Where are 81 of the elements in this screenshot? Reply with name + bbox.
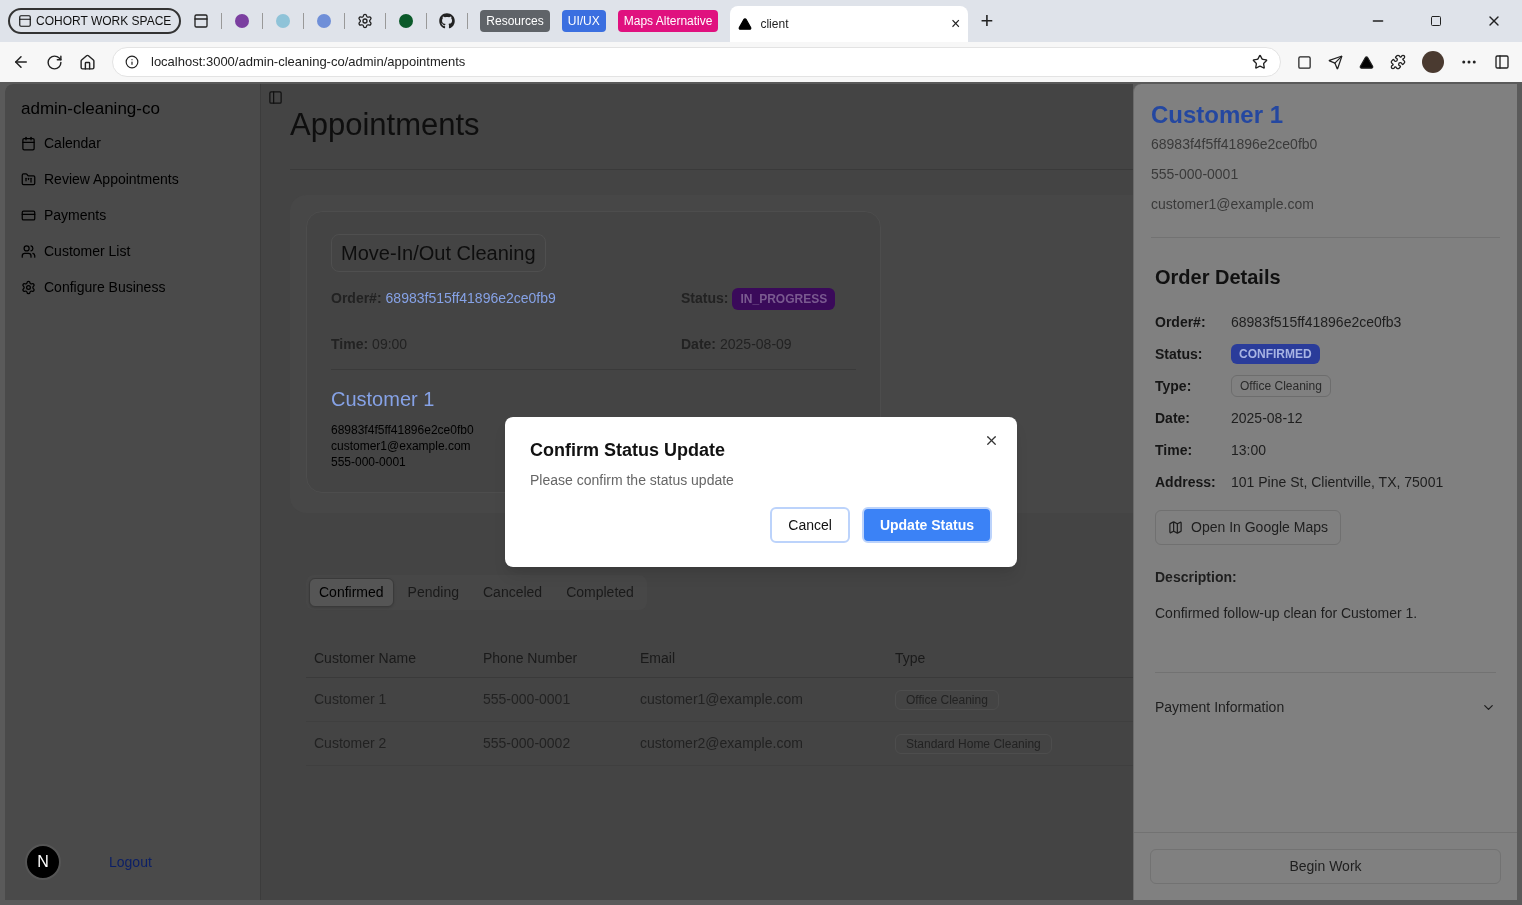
circle-icon [398,13,415,29]
customer-phone: 555-000-0001 [1151,165,1240,184]
tab-title: client [760,16,790,33]
dialog-message: Please confirm the status update [530,471,735,490]
nav-icon [21,208,36,223]
maximize-icon[interactable] [1430,15,1442,27]
sidebar-item[interactable]: Configure Business [5,269,260,306]
section-heading: Order Details [1155,265,1282,290]
nav-icon [21,280,36,295]
star-icon[interactable] [1252,54,1268,70]
field-label: Status: [1155,344,1204,364]
gear-icon[interactable] [357,13,374,29]
send-icon[interactable] [1328,54,1343,70]
profile-avatar[interactable] [1422,51,1444,73]
close-icon [984,433,999,448]
map-icon [1168,520,1183,535]
field-value: 13:00 [1231,440,1267,460]
status-badge: IN_PROGRESS [732,287,836,310]
square-icon[interactable] [1297,54,1312,70]
back-icon[interactable] [12,53,30,71]
field-value: 68983f515ff41896e2ce0fb3 [1231,312,1402,332]
window-tab-icon[interactable] [193,13,210,29]
close-button[interactable] [984,433,999,448]
reload-icon[interactable] [46,53,63,71]
tab-group-chip[interactable]: COHORT WORK SPACE [8,8,182,34]
cancel-button[interactable]: Cancel [770,507,850,543]
customer-name: Customer 1 [1151,100,1285,130]
update-status-button[interactable]: Update Status [861,507,992,543]
triangle-icon[interactable] [1359,54,1374,70]
sidebar-item[interactable]: Payments [5,197,260,234]
field-label: Time: [1155,440,1194,460]
new-tab-button[interactable]: + [980,10,994,32]
close-tab-button[interactable]: × [951,12,961,36]
field-label: Type: [1155,376,1193,396]
extensions-icon[interactable] [1390,54,1406,70]
tab-group-label[interactable]: UI/UX [561,10,606,32]
field-label: Address: [1155,472,1217,492]
nav-icon [21,244,36,259]
home-icon[interactable] [79,53,96,71]
tab-group-label: COHORT WORK SPACE [36,13,172,30]
circle-icon [234,13,251,29]
field-value: 2025-08-12 [1231,408,1303,428]
field-value: 101 Pine St, Clientville, TX, 75001 [1231,472,1444,492]
description-label: Description: [1155,568,1238,587]
cat-logo-icon[interactable] [439,13,456,29]
type-chip: Office Cleaning [1231,375,1331,397]
sidebar-toggle-icon[interactable] [268,90,283,105]
circle-icon [275,13,292,29]
sidebar-item[interactable]: Calendar [5,125,260,162]
dialog-title: Confirm Status Update [530,439,726,462]
sidebar-icon[interactable] [1494,54,1510,70]
sidebar-item[interactable]: Review Appointments [5,161,260,198]
description-text: Confirmed follow-up clean for Customer 1. [1155,604,1419,623]
field-label: Date: [1155,408,1191,428]
nav-icon [21,136,36,151]
begin-work-button[interactable]: Begin Work [1150,849,1501,884]
customer-id: 68983f4f5ff41896e2ce0fb0 [331,421,474,438]
customer-email: customer1@example.com [1151,195,1315,214]
nav-icon [21,172,36,187]
browser-tab[interactable]: client × [730,6,969,42]
tabs-icon [18,14,32,28]
customer-id: 68983f4f5ff41896e2ce0fb0 [1151,135,1319,154]
open-maps-button[interactable]: Open In Google Maps [1155,510,1341,545]
customer-name-link[interactable]: Customer 1 [331,383,435,414]
avatar[interactable]: N [25,844,61,880]
sidebar-item[interactable]: Customer List [5,233,260,270]
payment-accordion[interactable]: Payment Information [1155,673,1496,741]
address-field[interactable]: localhost:3000/admin-cleaning-co/admin/appointments [112,47,1281,77]
circle-icon [316,13,333,29]
info-icon [125,55,139,69]
url-text: localhost:3000/admin-cleaning-co/admin/appointments [151,53,467,72]
order-link[interactable]: 68983f515ff41896e2ce0fb9 [385,288,556,309]
app-title: admin-cleaning-co [20,98,161,120]
triangle-icon [738,17,753,31]
status-tab[interactable]: Confirmed [309,577,394,607]
customer-email: customer1@example.com [331,437,471,454]
tab-group-label[interactable]: Maps Alternative [617,10,719,32]
field-label: Order#: [1155,312,1207,332]
tab-group-label[interactable]: Resources [480,10,550,32]
status-badge: CONFIRMED [1231,344,1320,364]
customer-phone: 555-000-0001 [331,453,406,470]
